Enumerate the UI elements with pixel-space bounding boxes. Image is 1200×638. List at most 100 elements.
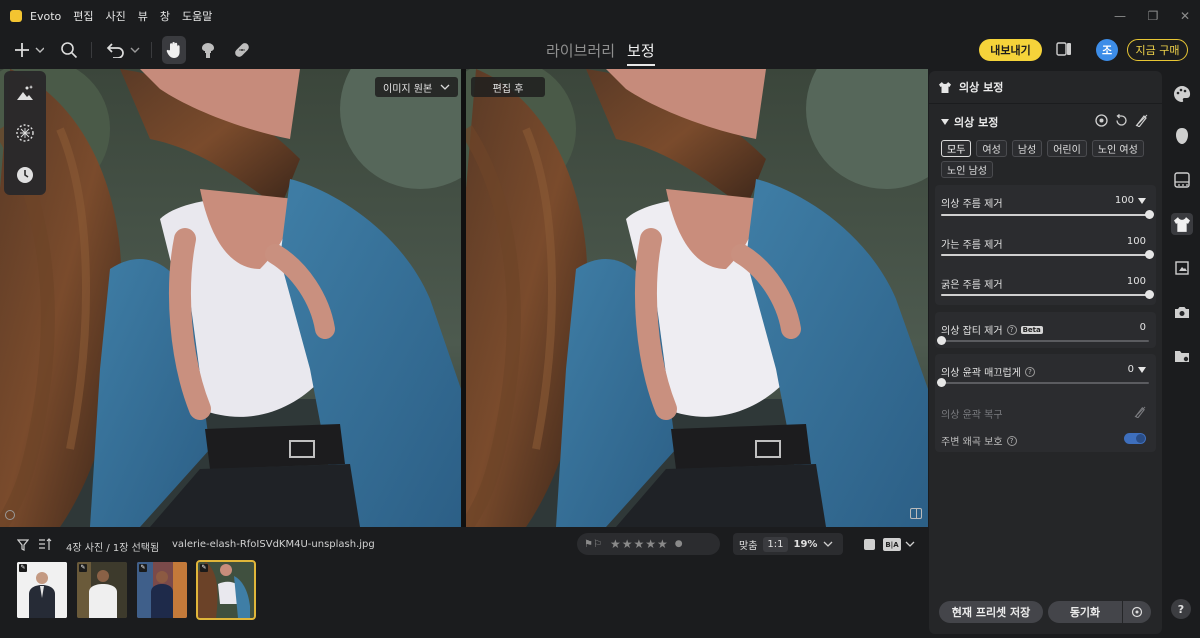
add-button[interactable] <box>10 36 48 64</box>
help-icon[interactable]: ? <box>1006 324 1017 335</box>
evoto-logo-icon <box>10 10 22 22</box>
after-image <box>466 69 928 527</box>
sort-icon[interactable] <box>38 538 52 551</box>
undo-button[interactable] <box>103 36 141 64</box>
avatar[interactable]: 조 <box>1096 39 1118 61</box>
chip-female[interactable]: 여성 <box>976 140 1007 157</box>
hand-tool-button[interactable] <box>162 36 186 64</box>
zoom-fit-button[interactable]: 맞춤 <box>733 537 763 552</box>
toolbar-divider <box>151 42 152 58</box>
help-icon[interactable]: ? <box>1006 435 1017 446</box>
menu-help[interactable]: 도움말 <box>182 8 212 24</box>
brush-tool-button[interactable] <box>196 36 220 64</box>
tab-retouch[interactable]: 보정 <box>627 40 655 66</box>
fine-wrinkle-slider[interactable] <box>941 250 1154 259</box>
heal-tool-button[interactable] <box>230 36 254 64</box>
chip-male[interactable]: 남성 <box>1011 140 1043 157</box>
caret-down-icon[interactable] <box>1138 366 1146 373</box>
protect-toggle[interactable] <box>1124 433 1146 444</box>
image-canvas[interactable]: 이미지 원본 편집 후 <box>0 69 928 527</box>
caret-down-icon[interactable] <box>1138 197 1146 204</box>
search-button[interactable] <box>58 36 80 64</box>
star-rating[interactable]: ★★★★★ <box>610 537 669 551</box>
history-icon[interactable] <box>15 165 35 185</box>
chip-senior-male[interactable]: 노인 남성 <box>941 161 993 178</box>
export-panel-icon <box>1056 42 1071 56</box>
camera-icon[interactable] <box>1171 301 1193 323</box>
chevron-down-icon <box>440 84 450 90</box>
plus-icon <box>15 43 44 57</box>
slider-value: 100 <box>1126 236 1146 247</box>
help-icon[interactable]: ? <box>1024 366 1035 377</box>
export-panel-button[interactable] <box>1053 38 1075 60</box>
color-label-icon[interactable]: ● <box>675 539 683 549</box>
menu-edit[interactable]: 편집 <box>73 8 93 24</box>
blemish-removal-slider[interactable] <box>937 336 1149 345</box>
zoom-percent[interactable]: 19% <box>788 539 824 550</box>
protect-label: 주변 왜곡 보호 ? <box>941 433 1017 448</box>
crop-icon[interactable] <box>1171 257 1193 279</box>
tab-library[interactable]: 라이브러리 <box>546 40 615 66</box>
file-name: valerie-elash-RfoISVdKM4U-unsplash.jpg <box>172 539 375 550</box>
buy-now-button[interactable]: 지금 구매 <box>1127 39 1188 61</box>
after-label: 편집 후 <box>492 83 524 95</box>
auto-enhance-icon[interactable] <box>15 83 35 103</box>
slider-value: 0 <box>1139 322 1146 333</box>
contour-smooth-slider[interactable] <box>937 378 1149 387</box>
chevron-down-icon[interactable] <box>905 541 915 547</box>
chevron-down-icon[interactable] <box>823 541 833 547</box>
erase-icon[interactable] <box>1135 114 1148 131</box>
chip-child[interactable]: 어린이 <box>1047 140 1087 157</box>
chip-all[interactable]: 모두 <box>941 140 972 157</box>
chip-senior-female[interactable]: 노인 여성 <box>1091 140 1144 157</box>
before-version-dropdown[interactable]: 이미지 원본 <box>375 77 459 97</box>
filter-icon[interactable] <box>17 539 29 551</box>
minimize-icon[interactable]: — <box>1112 8 1128 24</box>
contour-group: 의상 윤곽 매끄럽게 ? 0 의상 윤곽 복구 주변 왜곡 보호 ? <box>935 354 1156 452</box>
info-icon[interactable] <box>5 510 15 520</box>
sync-button[interactable]: 동기화 <box>1048 601 1122 623</box>
edited-icon: ✎ <box>79 564 87 572</box>
thumbnail[interactable]: ✎ <box>17 562 67 618</box>
reset-icon[interactable] <box>1115 113 1128 131</box>
palette-icon[interactable] <box>1171 83 1193 105</box>
close-icon[interactable]: ✕ <box>1177 8 1193 24</box>
single-view-icon[interactable] <box>864 539 875 550</box>
gender-filter-chips: 모두 여성 남성 어린이 노인 여성 노인 남성 <box>941 140 1155 178</box>
thumbnail[interactable]: ✎ <box>77 562 127 618</box>
maximize-icon[interactable]: ❐ <box>1145 8 1161 24</box>
app-window: Evoto 편집 사진 뷰 창 도움말 — ❐ ✕ 라이브러리 보정 내보내기 … <box>0 0 1200 638</box>
thumbnail-selected[interactable]: ✎ <box>196 560 256 620</box>
deep-wrinkle-slider[interactable] <box>941 290 1154 299</box>
menu-photo[interactable]: 사진 <box>105 8 125 24</box>
toolbar-divider <box>91 42 92 58</box>
help-button[interactable]: ? <box>1171 599 1191 619</box>
visibility-icon[interactable] <box>1095 114 1108 131</box>
menu-window[interactable]: 창 <box>160 8 170 24</box>
restore-brush-icon[interactable] <box>1134 406 1146 418</box>
menu-view[interactable]: 뷰 <box>138 8 148 24</box>
flag-icon[interactable]: ⚑⚐ <box>584 539 602 550</box>
photo-count: 4장 사진 / 1장 선택됨 <box>66 543 160 554</box>
save-preset-button[interactable]: 현재 프리셋 저장 <box>939 601 1043 623</box>
slider-value: 100 <box>1126 276 1146 287</box>
texture-icon[interactable] <box>15 123 35 143</box>
face-icon[interactable] <box>1171 125 1193 147</box>
edited-icon: ✎ <box>200 564 208 572</box>
split-view-icon[interactable] <box>910 508 922 519</box>
folder-icon[interactable] <box>1171 345 1193 367</box>
section-header[interactable]: 의상 보정 <box>941 114 998 130</box>
mode-tabs: 라이브러리 보정 <box>546 40 655 66</box>
sync-settings-button[interactable] <box>1123 601 1151 623</box>
zoom-1to1-button[interactable]: 1:1 <box>763 536 788 552</box>
canvas-tools-panel <box>4 71 46 195</box>
undo-icon <box>106 43 140 58</box>
export-button[interactable]: 내보내기 <box>979 39 1042 61</box>
thumbnail[interactable]: ✎ <box>137 562 187 618</box>
wrinkle-removal-slider[interactable] <box>941 210 1154 219</box>
compare-view-button[interactable]: B|A <box>883 538 901 551</box>
before-label: 이미지 원본 <box>383 83 433 95</box>
edited-icon: ✎ <box>139 564 147 572</box>
background-icon[interactable] <box>1171 169 1193 191</box>
clothing-icon[interactable] <box>1171 213 1193 235</box>
